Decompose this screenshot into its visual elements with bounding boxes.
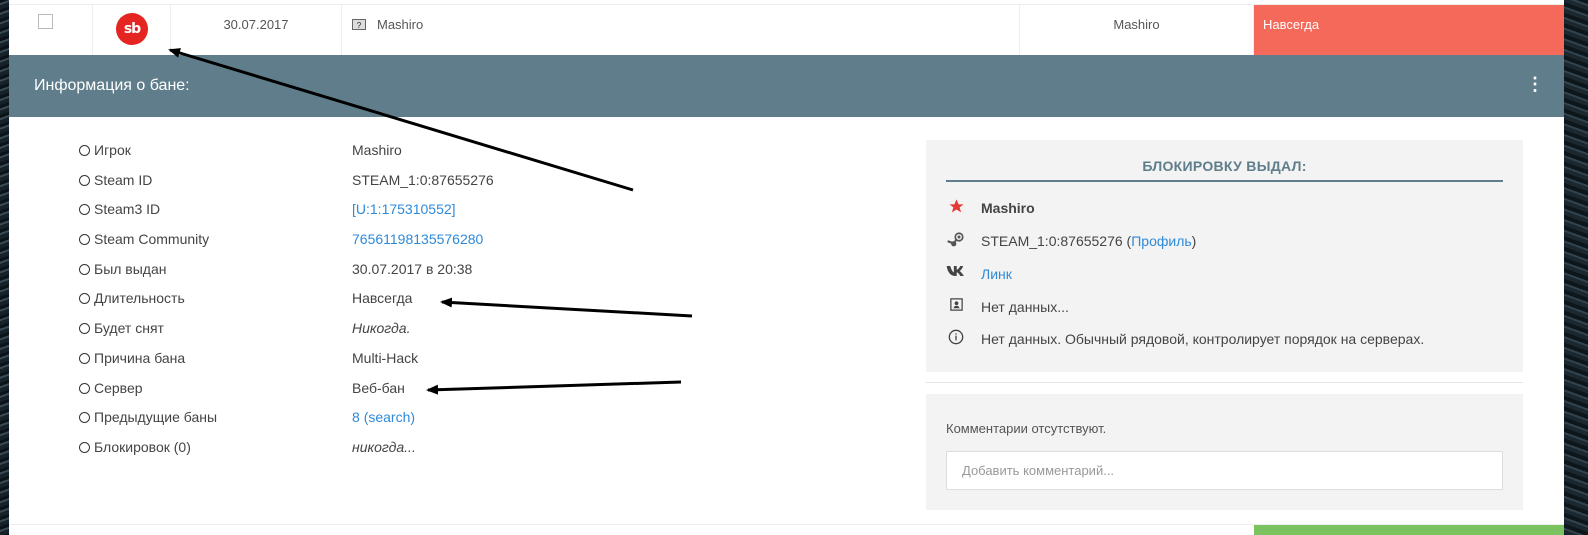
player-cell: ? Mashiro	[342, 5, 1020, 55]
bullet-circle-icon	[79, 234, 90, 246]
steam3-id-link[interactable]: [U:1:175310552]	[352, 201, 456, 217]
profile-open-paren: (	[1122, 233, 1132, 249]
unknown-country-icon: ?	[352, 19, 366, 30]
bullet-circle-icon	[79, 204, 90, 216]
detail-value: 30.07.2017 в 20:38	[352, 260, 473, 277]
ban-list-panel: sb 30.07.2017 ? Mashiro Mashiro Навсегда…	[9, 0, 1564, 535]
banned-by-card: БЛОКИРОВКУ ВЫДАЛ: Mashiro STEAM_1:0:8765…	[926, 140, 1523, 372]
date-cell: 30.07.2017	[171, 5, 342, 55]
mod-cell: sb	[93, 5, 171, 55]
length-cell: Навсегда	[1254, 5, 1564, 55]
ban-length-badge: Навсегда	[1263, 17, 1320, 32]
add-comment-input[interactable]	[946, 451, 1503, 490]
banned-by-heading: БЛОКИРОВКУ ВЫДАЛ:	[946, 158, 1503, 182]
more-options-icon[interactable]: ⋮	[1526, 75, 1544, 93]
info-icon	[946, 329, 966, 348]
background-texture-right	[1564, 0, 1588, 535]
admin-contact-text: Нет данных...	[981, 299, 1069, 315]
table-row[interactable]: sb 30.07.2017 ? Mashiro Mashiro Навсегда	[9, 4, 1564, 56]
contact-card-icon	[946, 297, 966, 315]
bullet-circle-icon	[79, 293, 90, 305]
admin-cell: Mashiro	[1020, 5, 1254, 55]
detail-value: Веб-бан	[352, 379, 405, 396]
admin-profile-link[interactable]: Профиль	[1131, 233, 1191, 249]
detail-value: никогда...	[352, 438, 416, 455]
detail-value: Навсегда	[352, 290, 413, 307]
admin-name: Mashiro	[1113, 17, 1160, 32]
bullet-circle-icon	[79, 174, 90, 186]
detail-label: Длительность	[94, 290, 185, 307]
admin-steam-id: STEAM_1:0:87655276	[981, 233, 1123, 249]
bullet-circle-icon	[79, 263, 90, 275]
detail-label: Steam ID	[94, 171, 153, 188]
detail-label: Был выдан	[94, 260, 167, 277]
player-name: Mashiro	[377, 17, 424, 32]
admin-vk-link[interactable]: Линк	[981, 266, 1012, 282]
detail-label: Игрок	[94, 142, 131, 158]
detail-value: Никогда.	[352, 320, 411, 337]
detail-label: Причина бана	[94, 349, 186, 366]
detail-label: Будет снят	[94, 320, 164, 337]
star-icon	[946, 198, 966, 218]
detail-label: Сервер	[94, 379, 143, 396]
steam-community-link[interactable]: 76561198135576280	[352, 231, 483, 247]
vk-icon	[946, 264, 966, 281]
detail-label: Steam Community	[94, 231, 210, 248]
background-texture-left	[0, 0, 9, 535]
previous-bans-search-link[interactable]: (search)	[364, 409, 415, 425]
no-comments-text: Комментарии отсутствуют.	[946, 421, 1107, 436]
bullet-circle-icon	[79, 352, 90, 364]
detail-value: 8 (search)	[352, 409, 415, 425]
detail-label: Steam3 ID	[94, 201, 161, 218]
row-select-checkbox[interactable]	[38, 14, 53, 29]
comments-section: Комментарии отсутствуют.	[926, 394, 1523, 510]
bullet-circle-icon	[79, 441, 90, 453]
detail-value: Multi-Hack	[352, 349, 419, 366]
select-cell	[9, 5, 93, 55]
bullet-circle-icon	[79, 323, 90, 335]
steam-icon	[946, 231, 966, 252]
ban-info-header: Информация о бане: ⋮	[9, 55, 1564, 117]
divider	[926, 382, 1523, 383]
detail-value: Mashiro	[352, 142, 402, 158]
detail-value: STEAM_1:0:87655276	[352, 171, 494, 188]
bullet-circle-icon	[79, 412, 90, 424]
detail-label: Блокировок (0)	[94, 438, 191, 455]
profile-close-paren: )	[1191, 233, 1197, 249]
next-row-length-badge	[1254, 525, 1564, 535]
admin-about-text: Нет данных. Обычный рядовой, контролируе…	[981, 331, 1425, 347]
detail-label: Предыдущие баны	[94, 409, 218, 426]
bullet-circle-icon	[79, 145, 90, 156]
admin-display-name: Mashiro	[981, 200, 1035, 216]
sourcebans-logo-icon: sb	[116, 13, 148, 45]
ban-date: 30.07.2017	[223, 17, 289, 32]
previous-bans-count-link[interactable]: 8	[352, 409, 360, 425]
bullet-circle-icon	[79, 382, 90, 394]
ban-info-title: Информация о бане:	[34, 77, 190, 94]
